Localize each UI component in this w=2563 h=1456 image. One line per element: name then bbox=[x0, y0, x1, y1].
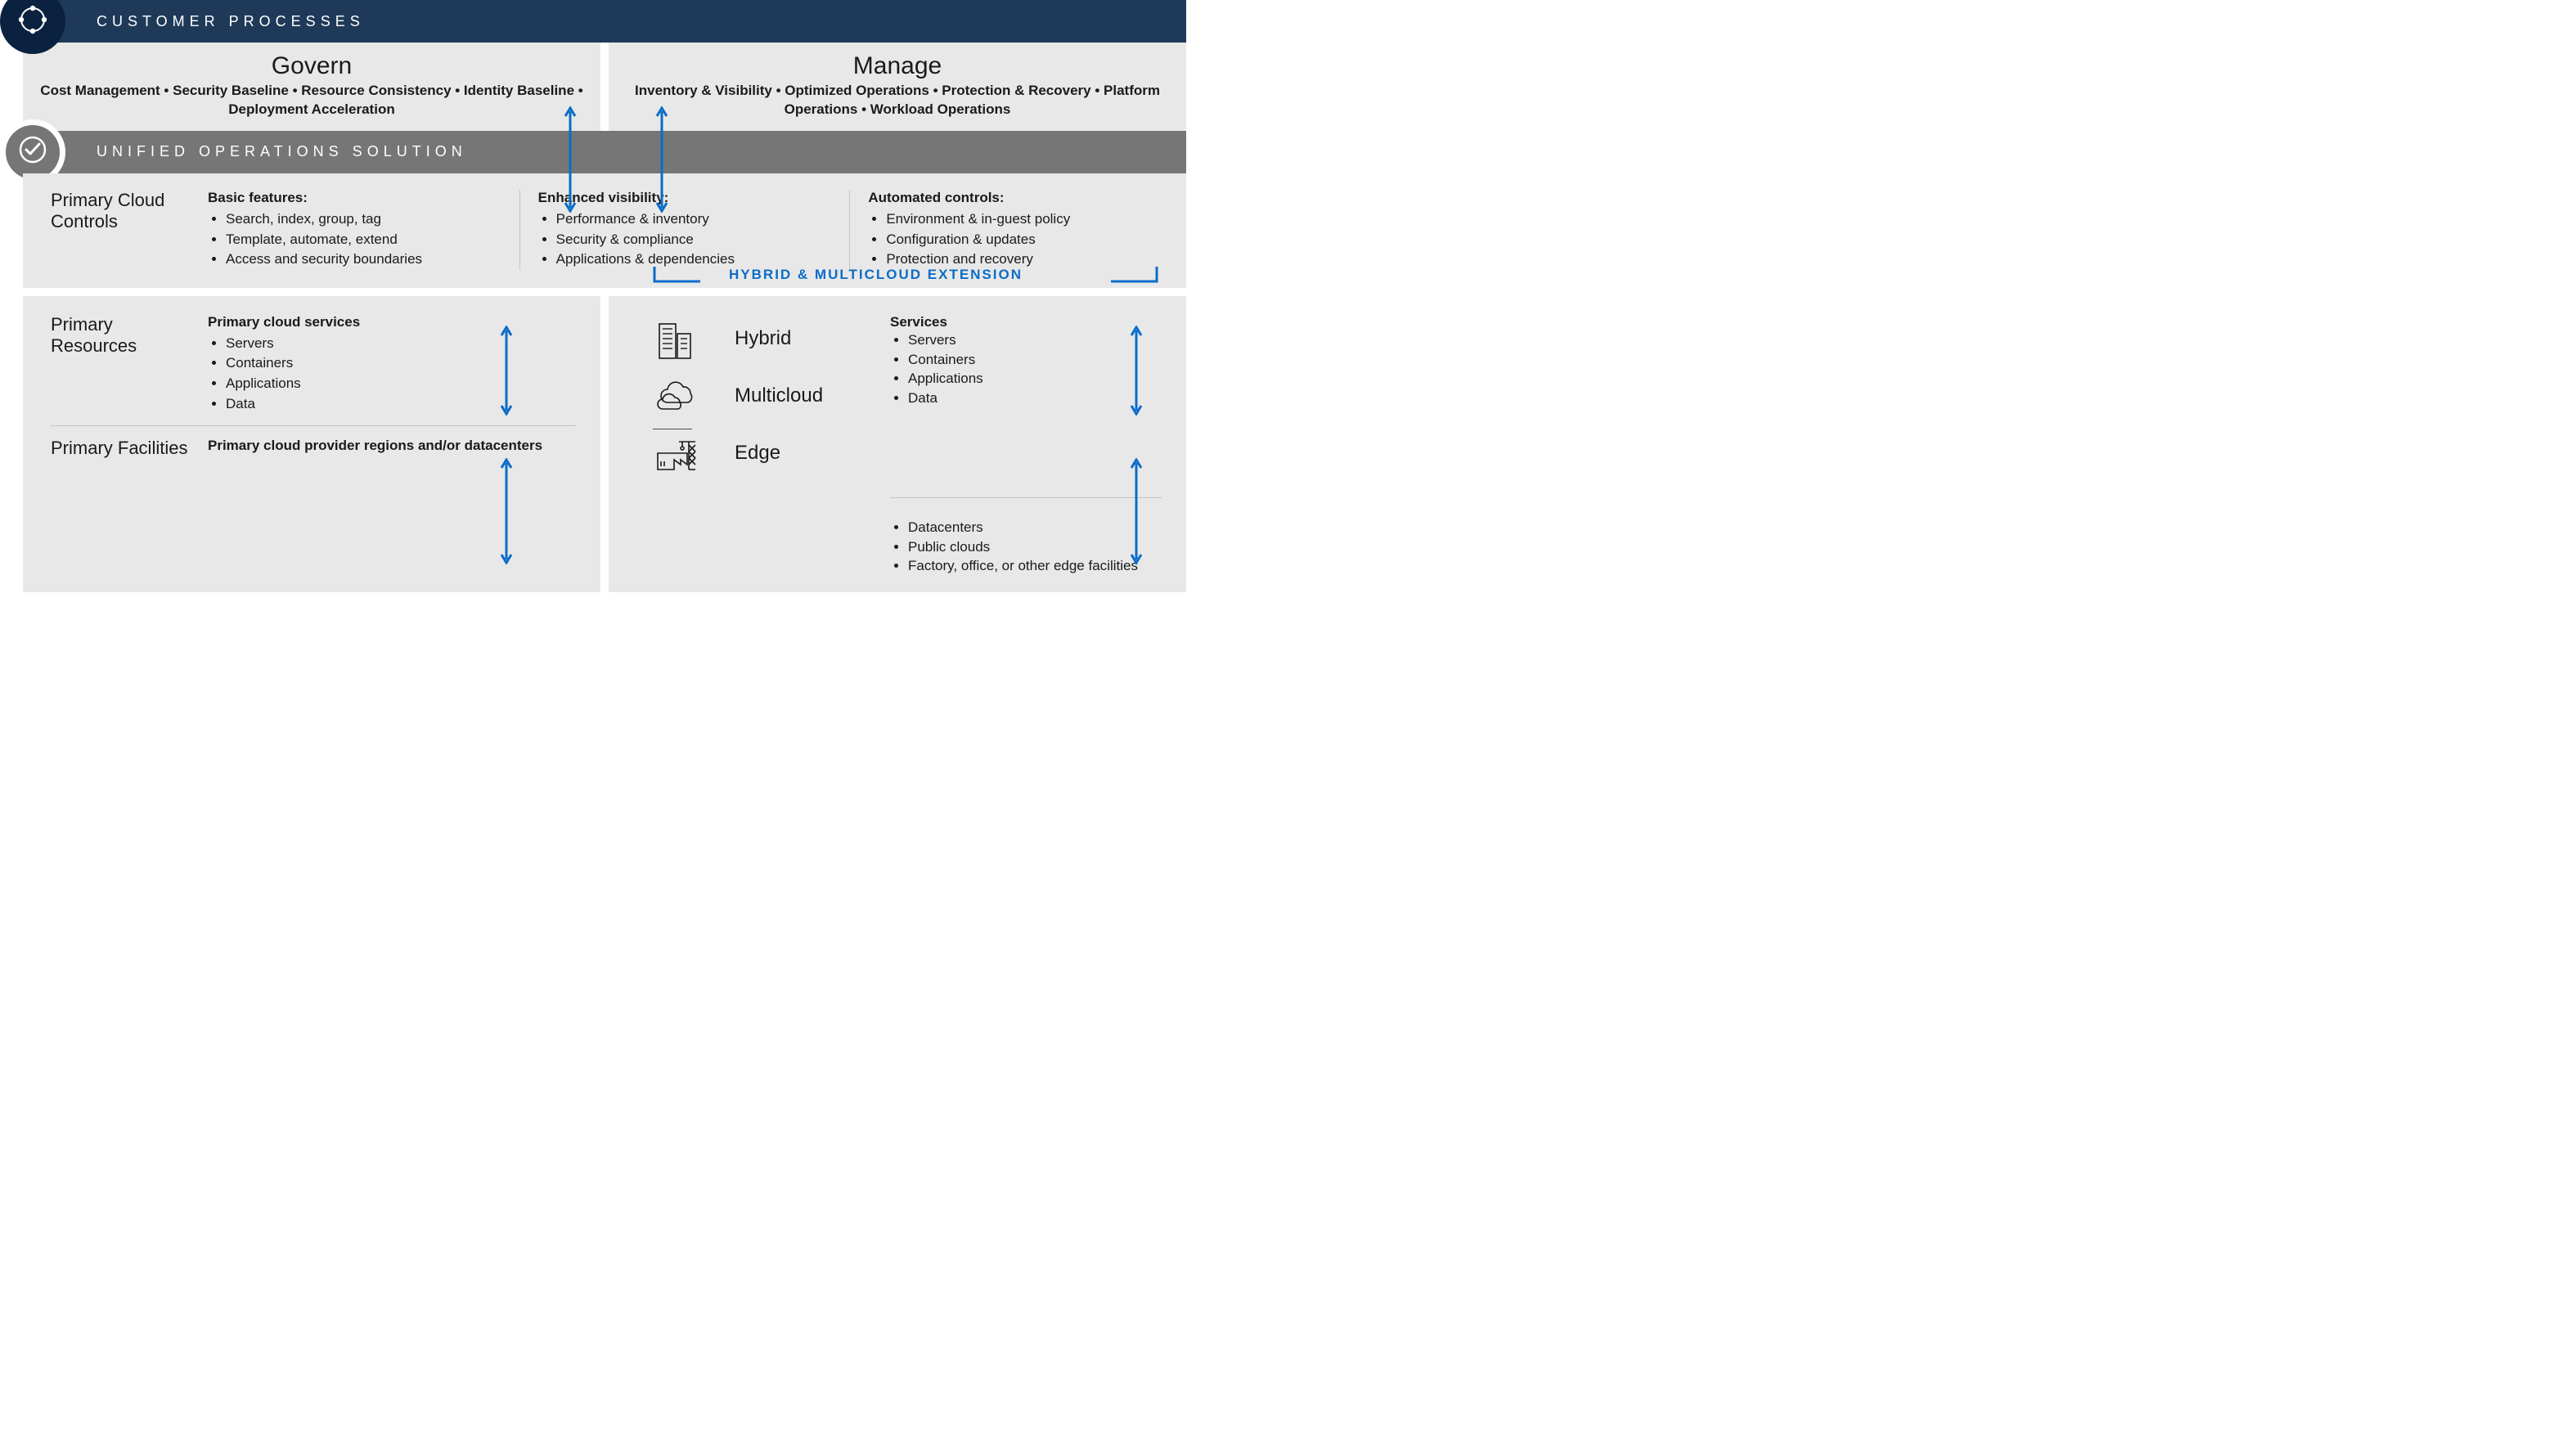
services-list: Services Servers Containers Applications… bbox=[890, 314, 1162, 408]
multicloud-label: Multicloud bbox=[735, 384, 874, 407]
customer-processes-bar: CUSTOMER PROCESSES bbox=[23, 0, 1186, 43]
list-item: Template, automate, extend bbox=[226, 230, 501, 250]
enhanced-visibility: Enhanced visibility: Performance & inven… bbox=[538, 190, 832, 270]
divider bbox=[890, 497, 1162, 498]
factory-crane-icon bbox=[636, 429, 718, 478]
divider bbox=[519, 190, 520, 270]
list-item: Applications bbox=[908, 369, 1162, 389]
edge-label: Edge bbox=[735, 442, 874, 465]
list-item: Containers bbox=[226, 353, 576, 374]
list-item: Environment & in-guest policy bbox=[886, 209, 1162, 230]
list-item: Containers bbox=[908, 350, 1162, 370]
list-item: Factory, office, or other edge facilitie… bbox=[908, 556, 1162, 576]
list-item: Performance & inventory bbox=[556, 209, 832, 230]
govern-title: Govern bbox=[39, 52, 584, 80]
list-item: Servers bbox=[226, 334, 576, 354]
basic-features-title: Basic features: bbox=[208, 190, 501, 206]
bracket-right-icon bbox=[1111, 267, 1160, 283]
hybrid-label: Hybrid bbox=[735, 327, 874, 350]
unified-ops-bar: UNIFIED OPERATIONS SOLUTION bbox=[23, 131, 1186, 173]
list-item: Security & compliance bbox=[556, 230, 832, 250]
primary-facilities-label: Primary Facilities bbox=[51, 438, 190, 459]
bracket-left-icon bbox=[653, 267, 702, 283]
primary-cloud-controls-panel: Primary Cloud Controls Basic features: S… bbox=[23, 173, 1186, 288]
list-item: Search, index, group, tag bbox=[226, 209, 501, 230]
divider bbox=[849, 190, 850, 270]
primary-cloud-services: Primary cloud services Servers Container… bbox=[208, 314, 576, 415]
primary-facilities-text: Primary cloud provider regions and/or da… bbox=[208, 438, 576, 454]
divider bbox=[51, 425, 576, 426]
govern-subtitle: Cost Management • Security Baseline • Re… bbox=[39, 82, 584, 119]
list-item: Access and security boundaries bbox=[226, 249, 501, 270]
services-title: Services bbox=[890, 314, 1162, 330]
automated-controls: Automated controls: Environment & in-gue… bbox=[868, 190, 1162, 270]
manage-subtitle: Inventory & Visibility • Optimized Opera… bbox=[625, 82, 1170, 119]
list-item: Servers bbox=[908, 330, 1162, 350]
clouds-icon bbox=[636, 371, 718, 420]
list-item: Datacenters bbox=[908, 518, 1162, 537]
enhanced-title: Enhanced visibility: bbox=[538, 190, 832, 206]
manage-title: Manage bbox=[625, 52, 1170, 80]
automated-title: Automated controls: bbox=[868, 190, 1162, 206]
process-cycle-icon bbox=[16, 2, 50, 41]
pcc-label: Primary Cloud Controls bbox=[51, 190, 190, 233]
basic-features: Basic features: Search, index, group, ta… bbox=[208, 190, 501, 270]
primary-left-panel: Primary Resources Primary cloud services… bbox=[23, 296, 600, 592]
customer-processes-title: CUSTOMER PROCESSES bbox=[97, 13, 365, 30]
list-item: Public clouds bbox=[908, 537, 1162, 557]
pcs-title: Primary cloud services bbox=[208, 314, 576, 330]
checkmark-icon bbox=[16, 133, 49, 170]
unified-ops-title: UNIFIED OPERATIONS SOLUTION bbox=[97, 143, 467, 160]
facilities-list: Datacenters Public clouds Factory, offic… bbox=[890, 518, 1162, 576]
govern-panel: Govern Cost Management • Security Baseli… bbox=[23, 43, 600, 131]
list-item: Configuration & updates bbox=[886, 230, 1162, 250]
hme-label: HYBRID & MULTICLOUD EXTENSION bbox=[729, 267, 1023, 283]
list-item: Data bbox=[226, 394, 576, 415]
buildings-icon bbox=[636, 314, 718, 363]
primary-resources-label: Primary Resources bbox=[51, 314, 190, 357]
list-item: Data bbox=[908, 389, 1162, 408]
manage-panel: Manage Inventory & Visibility • Optimize… bbox=[609, 43, 1186, 131]
hybrid-panel: Hybrid Services Servers Containers Appli… bbox=[609, 296, 1186, 592]
list-item: Applications bbox=[226, 374, 576, 394]
